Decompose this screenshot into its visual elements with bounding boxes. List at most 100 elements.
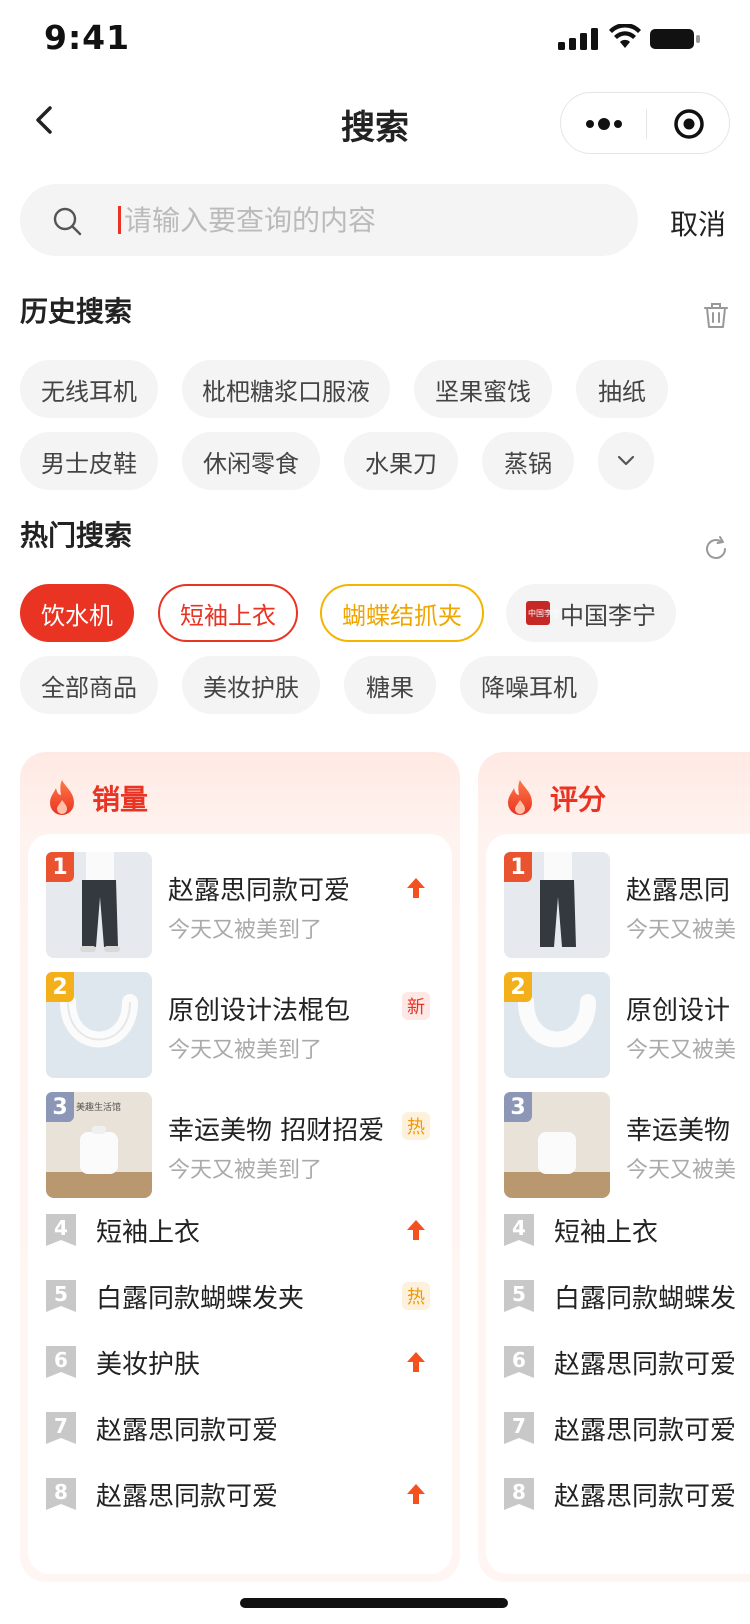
rank-number-badge: 8 xyxy=(46,1478,76,1510)
item-title: 美妆护肤 xyxy=(96,1350,201,1380)
search-page: 9:41 搜索 请输入要查询的内容 取消 历史搜索 无线耳机 枇杷糖浆口服液 坚… xyxy=(0,0,750,1624)
item-subtitle: 今天又被美 xyxy=(626,1038,737,1063)
rank-item[interactable]: 美趣生活馆 3 幸运美物 招财招爱 今天又被美到了 热 xyxy=(46,1092,446,1200)
history-chip[interactable]: 坚果蜜饯 xyxy=(414,360,552,418)
refresh-icon[interactable] xyxy=(702,535,730,563)
flame-icon xyxy=(508,780,532,815)
wifi-icon xyxy=(609,24,641,48)
search-icon xyxy=(53,207,82,236)
search-input[interactable] xyxy=(124,198,624,242)
cellular-signal-icon xyxy=(558,28,598,50)
thumb-label: 美趣生活馆 xyxy=(76,1103,122,1113)
item-title: 幸运美物 招财招爱 xyxy=(168,1116,385,1146)
rank-number-badge: 6 xyxy=(46,1346,76,1378)
item-title: 原创设计法棍包 xyxy=(168,996,351,1026)
search-box xyxy=(20,184,638,256)
trending-up-arrow-icon xyxy=(407,1484,425,1504)
item-subtitle: 今天又被美到了 xyxy=(168,1158,323,1183)
card-title: 销量 xyxy=(92,783,149,816)
rank-badge: 1 xyxy=(46,852,74,882)
rank-item[interactable]: 5 白露同款蝴蝶发夹 热 xyxy=(46,1270,446,1322)
rank-item[interactable]: 8 赵露思同款可爱 xyxy=(46,1468,446,1520)
rank-item[interactable]: 2 原创设计 今天又被美 xyxy=(504,972,750,1080)
history-chip[interactable]: 蒸锅 xyxy=(482,432,574,490)
rank-number: 6 xyxy=(54,1348,68,1372)
item-title: 赵露思同 xyxy=(626,876,731,906)
card-title: 评分 xyxy=(550,783,607,816)
card-header: 评分 xyxy=(502,778,606,818)
more-button[interactable] xyxy=(561,93,646,155)
trash-icon[interactable] xyxy=(702,300,730,330)
rank-item[interactable]: 4 短袖上衣 xyxy=(46,1204,446,1256)
new-tag: 新 xyxy=(402,992,430,1020)
brand-logo-text: 中国李宁 xyxy=(528,608,560,618)
history-chip[interactable]: 水果刀 xyxy=(344,432,458,490)
item-title: 赵露思同款可爱 xyxy=(96,1416,279,1446)
rank-number: 8 xyxy=(512,1480,526,1504)
expand-history-button[interactable] xyxy=(598,432,654,490)
item-title: 原创设计 xyxy=(626,996,731,1026)
history-title: 历史搜索 xyxy=(20,295,133,328)
hot-chip[interactable]: 饮水机 xyxy=(20,584,134,642)
rank-item[interactable]: 1 赵露思同 今天又被美 xyxy=(504,852,750,960)
close-miniapp-button[interactable] xyxy=(647,93,731,155)
history-chip[interactable]: 抽纸 xyxy=(576,360,668,418)
rank-item[interactable]: 7 赵露思同款可爱 xyxy=(504,1402,750,1454)
hot-chip[interactable]: 降噪耳机 xyxy=(460,656,598,714)
hot-chip[interactable]: 糖果 xyxy=(344,656,436,714)
rank-number-badge: 4 xyxy=(46,1214,76,1246)
rank-number-badge: 5 xyxy=(46,1280,76,1312)
cancel-button[interactable]: 取消 xyxy=(670,203,726,243)
rank-number: 5 xyxy=(512,1282,526,1306)
rank-number: 5 xyxy=(54,1282,68,1306)
rank-item[interactable]: 5 白露同款蝴蝶发 xyxy=(504,1270,750,1322)
item-title: 白露同款蝴蝶发 xyxy=(554,1284,737,1314)
rank-item[interactable]: 6 赵露思同款可爱 xyxy=(504,1336,750,1388)
rank-number-badge: 5 xyxy=(504,1280,534,1312)
rank-item[interactable]: 3 幸运美物 今天又被美 xyxy=(504,1092,750,1200)
history-chip[interactable]: 男士皮鞋 xyxy=(20,432,158,490)
rank-item[interactable]: 6 美妆护肤 xyxy=(46,1336,446,1388)
hot-chip[interactable]: 美妆护肤 xyxy=(182,656,320,714)
rank-number-badge: 7 xyxy=(504,1412,534,1444)
status-bar: 9:41 xyxy=(0,0,750,80)
hot-chip[interactable]: 全部商品 xyxy=(20,656,158,714)
status-time: 9:41 xyxy=(44,18,131,57)
hot-search-title: 热门搜索 xyxy=(20,519,133,552)
history-chip[interactable]: 无线耳机 xyxy=(20,360,158,418)
rank-item[interactable]: 8 赵露思同款可爱 xyxy=(504,1468,750,1520)
rank-item[interactable]: 1 赵露思同款可爱 今天又被美到了 xyxy=(46,852,446,960)
rank-list: 1 赵露思同款可爱 今天又被美到了 2 原创设计法棍包 今天又被美到了 新 美趣… xyxy=(28,834,452,1574)
item-title: 赵露思同款可爱 xyxy=(96,1482,279,1512)
rank-list: 1 赵露思同 今天又被美 2 原创设计 今天又被美 3 幸运美物 今天又被美 4… xyxy=(486,834,750,1574)
rank-number: 4 xyxy=(54,1216,68,1240)
home-indicator[interactable] xyxy=(240,1598,508,1608)
hot-chip[interactable]: 蝴蝶结抓夹 xyxy=(320,584,484,642)
rank-item[interactable]: 7 赵露思同款可爱 xyxy=(46,1402,446,1454)
card-header: 销量 xyxy=(44,778,148,818)
score-rank-card: 评分 1 赵露思同 今天又被美 2 原创设计 今天又被美 3 幸运美物 今天又被… xyxy=(478,752,750,1582)
item-title: 赵露思同款可爱 xyxy=(554,1416,737,1446)
item-subtitle: 今天又被美 xyxy=(626,918,737,943)
item-title: 白露同款蝴蝶发夹 xyxy=(96,1284,305,1314)
rank-item[interactable]: 4 短袖上衣 xyxy=(504,1204,750,1256)
item-title: 短袖上衣 xyxy=(96,1218,201,1248)
rank-number-badge: 7 xyxy=(46,1412,76,1444)
hot-tag: 热 xyxy=(402,1112,430,1140)
history-chip[interactable]: 休闲零食 xyxy=(182,432,320,490)
rank-item[interactable]: 2 原创设计法棍包 今天又被美到了 新 xyxy=(46,972,446,1080)
hot-chip[interactable]: 短袖上衣 xyxy=(158,584,298,642)
battery-icon xyxy=(650,29,700,49)
rank-badge: 3 xyxy=(504,1092,532,1122)
item-title: 赵露思同款可爱 xyxy=(168,876,351,906)
sales-rank-card: 销量 1 赵露思同款可爱 今天又被美到了 2 原创设计法棍包 今天又被美到了 新… xyxy=(20,752,460,1582)
miniapp-capsule xyxy=(560,92,730,154)
li-ning-logo-icon: 中国李宁 xyxy=(526,601,560,625)
rank-number: 7 xyxy=(54,1414,68,1438)
rank-number-badge: 8 xyxy=(504,1478,534,1510)
hot-chip-label: 中国李宁 xyxy=(560,601,656,630)
hot-chip-brand[interactable]: 中国李宁 中国李宁 xyxy=(506,584,676,642)
nav-bar: 搜索 xyxy=(0,80,750,168)
history-chip[interactable]: 枇杷糖浆口服液 xyxy=(182,360,390,418)
item-subtitle: 今天又被美到了 xyxy=(168,1038,323,1063)
